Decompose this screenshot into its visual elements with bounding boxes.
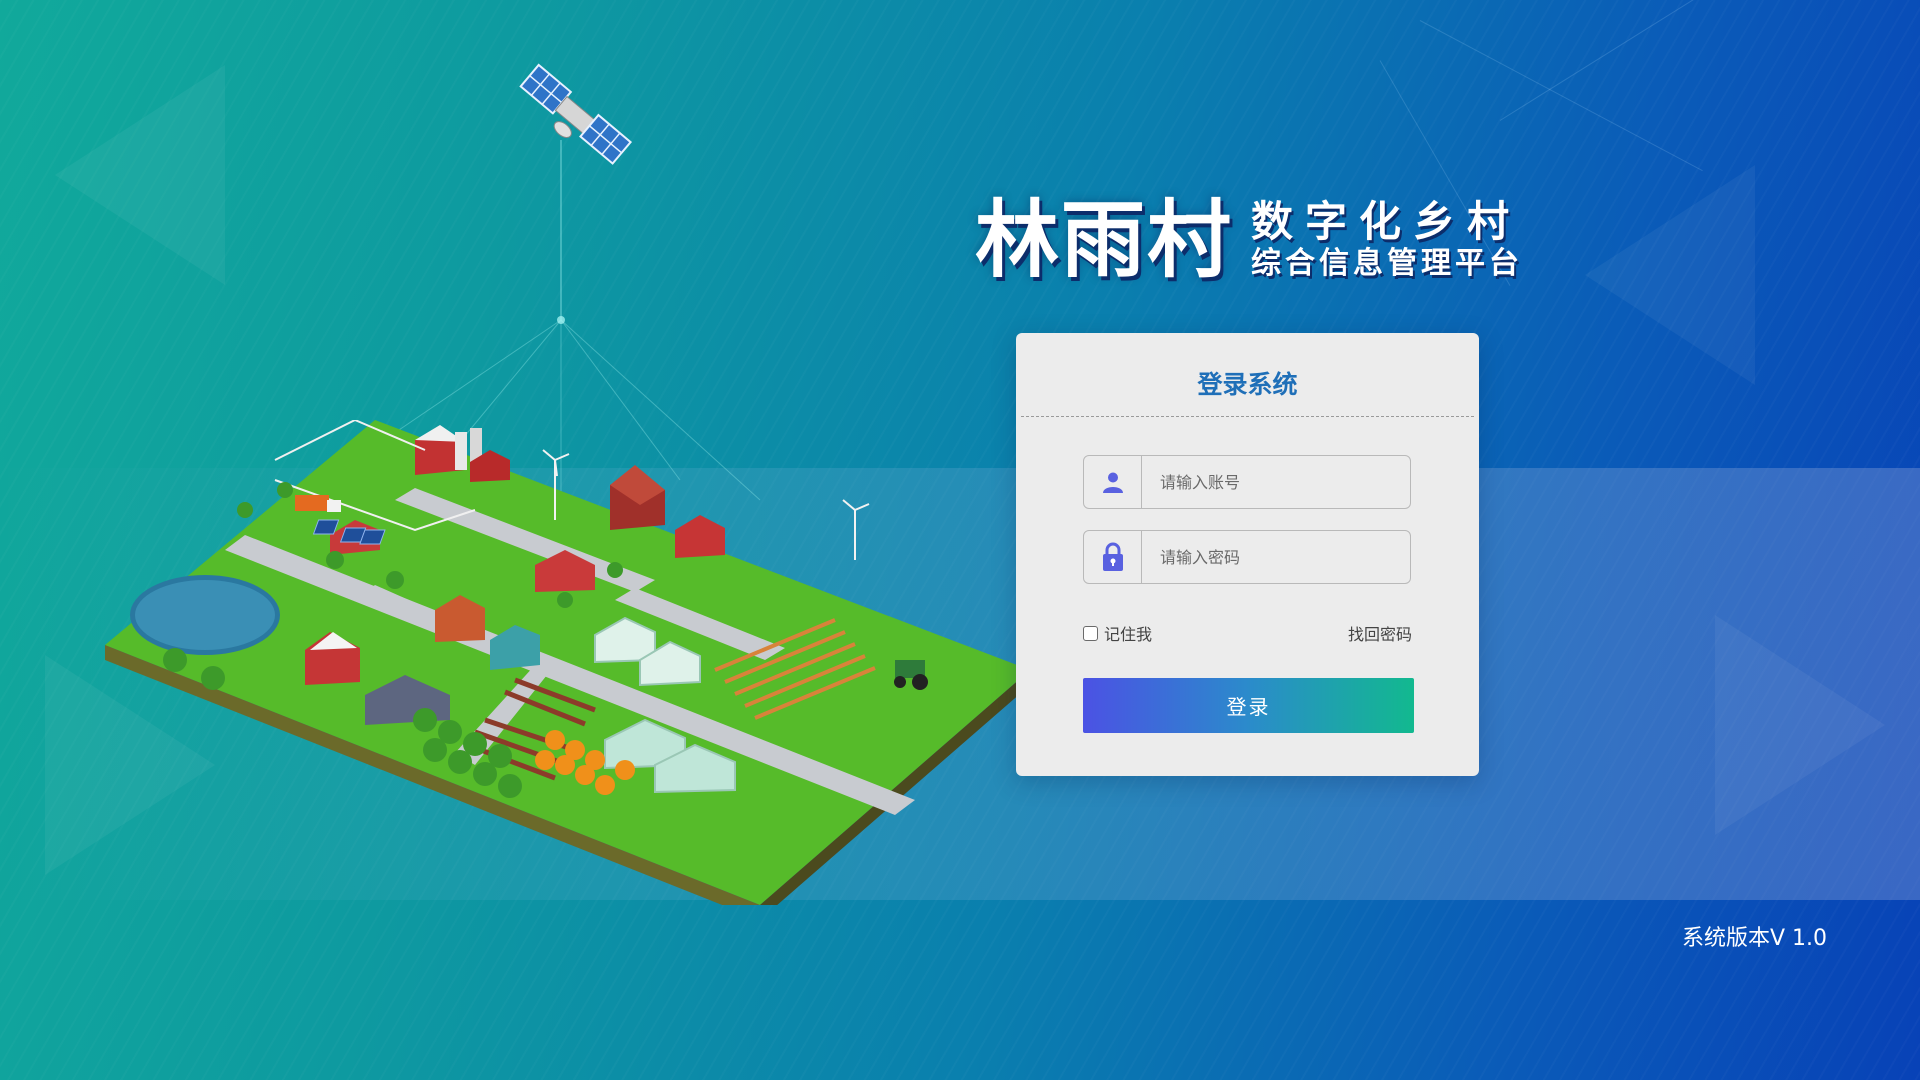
- satellite-icon: [519, 63, 633, 165]
- platform-subtitle: 数字化乡村 综合信息管理平台: [1251, 200, 1523, 280]
- lock-icon: [1084, 531, 1142, 583]
- login-button[interactable]: 登录: [1083, 678, 1414, 733]
- login-card: 登录系统 记住我 找回密码 登录: [1016, 333, 1479, 776]
- forgot-password-link[interactable]: 找回密码: [1348, 621, 1412, 645]
- farm-illustration: [105, 420, 1030, 905]
- platform-title: 林雨村 数字化乡村 综合信息管理平台: [975, 190, 1523, 290]
- remember-me-label: 记住我: [1104, 625, 1153, 644]
- subtitle-line-1: 数字化乡村: [1251, 197, 1522, 247]
- user-icon: [1084, 456, 1142, 508]
- username-input[interactable]: [1142, 455, 1410, 509]
- village-name: 林雨村: [975, 190, 1234, 289]
- password-field[interactable]: [1083, 530, 1411, 584]
- subtitle-line-2: 综合信息管理平台: [1251, 246, 1524, 282]
- version-label: 系统版本V 1.0: [1681, 926, 1827, 951]
- username-field[interactable]: [1083, 455, 1411, 509]
- password-input[interactable]: [1142, 530, 1410, 584]
- login-title: 登录系统: [1197, 370, 1298, 399]
- remember-me-checkbox[interactable]: 记住我: [1083, 621, 1152, 645]
- checkbox-box[interactable]: [1083, 625, 1098, 641]
- login-divider: [1021, 416, 1474, 417]
